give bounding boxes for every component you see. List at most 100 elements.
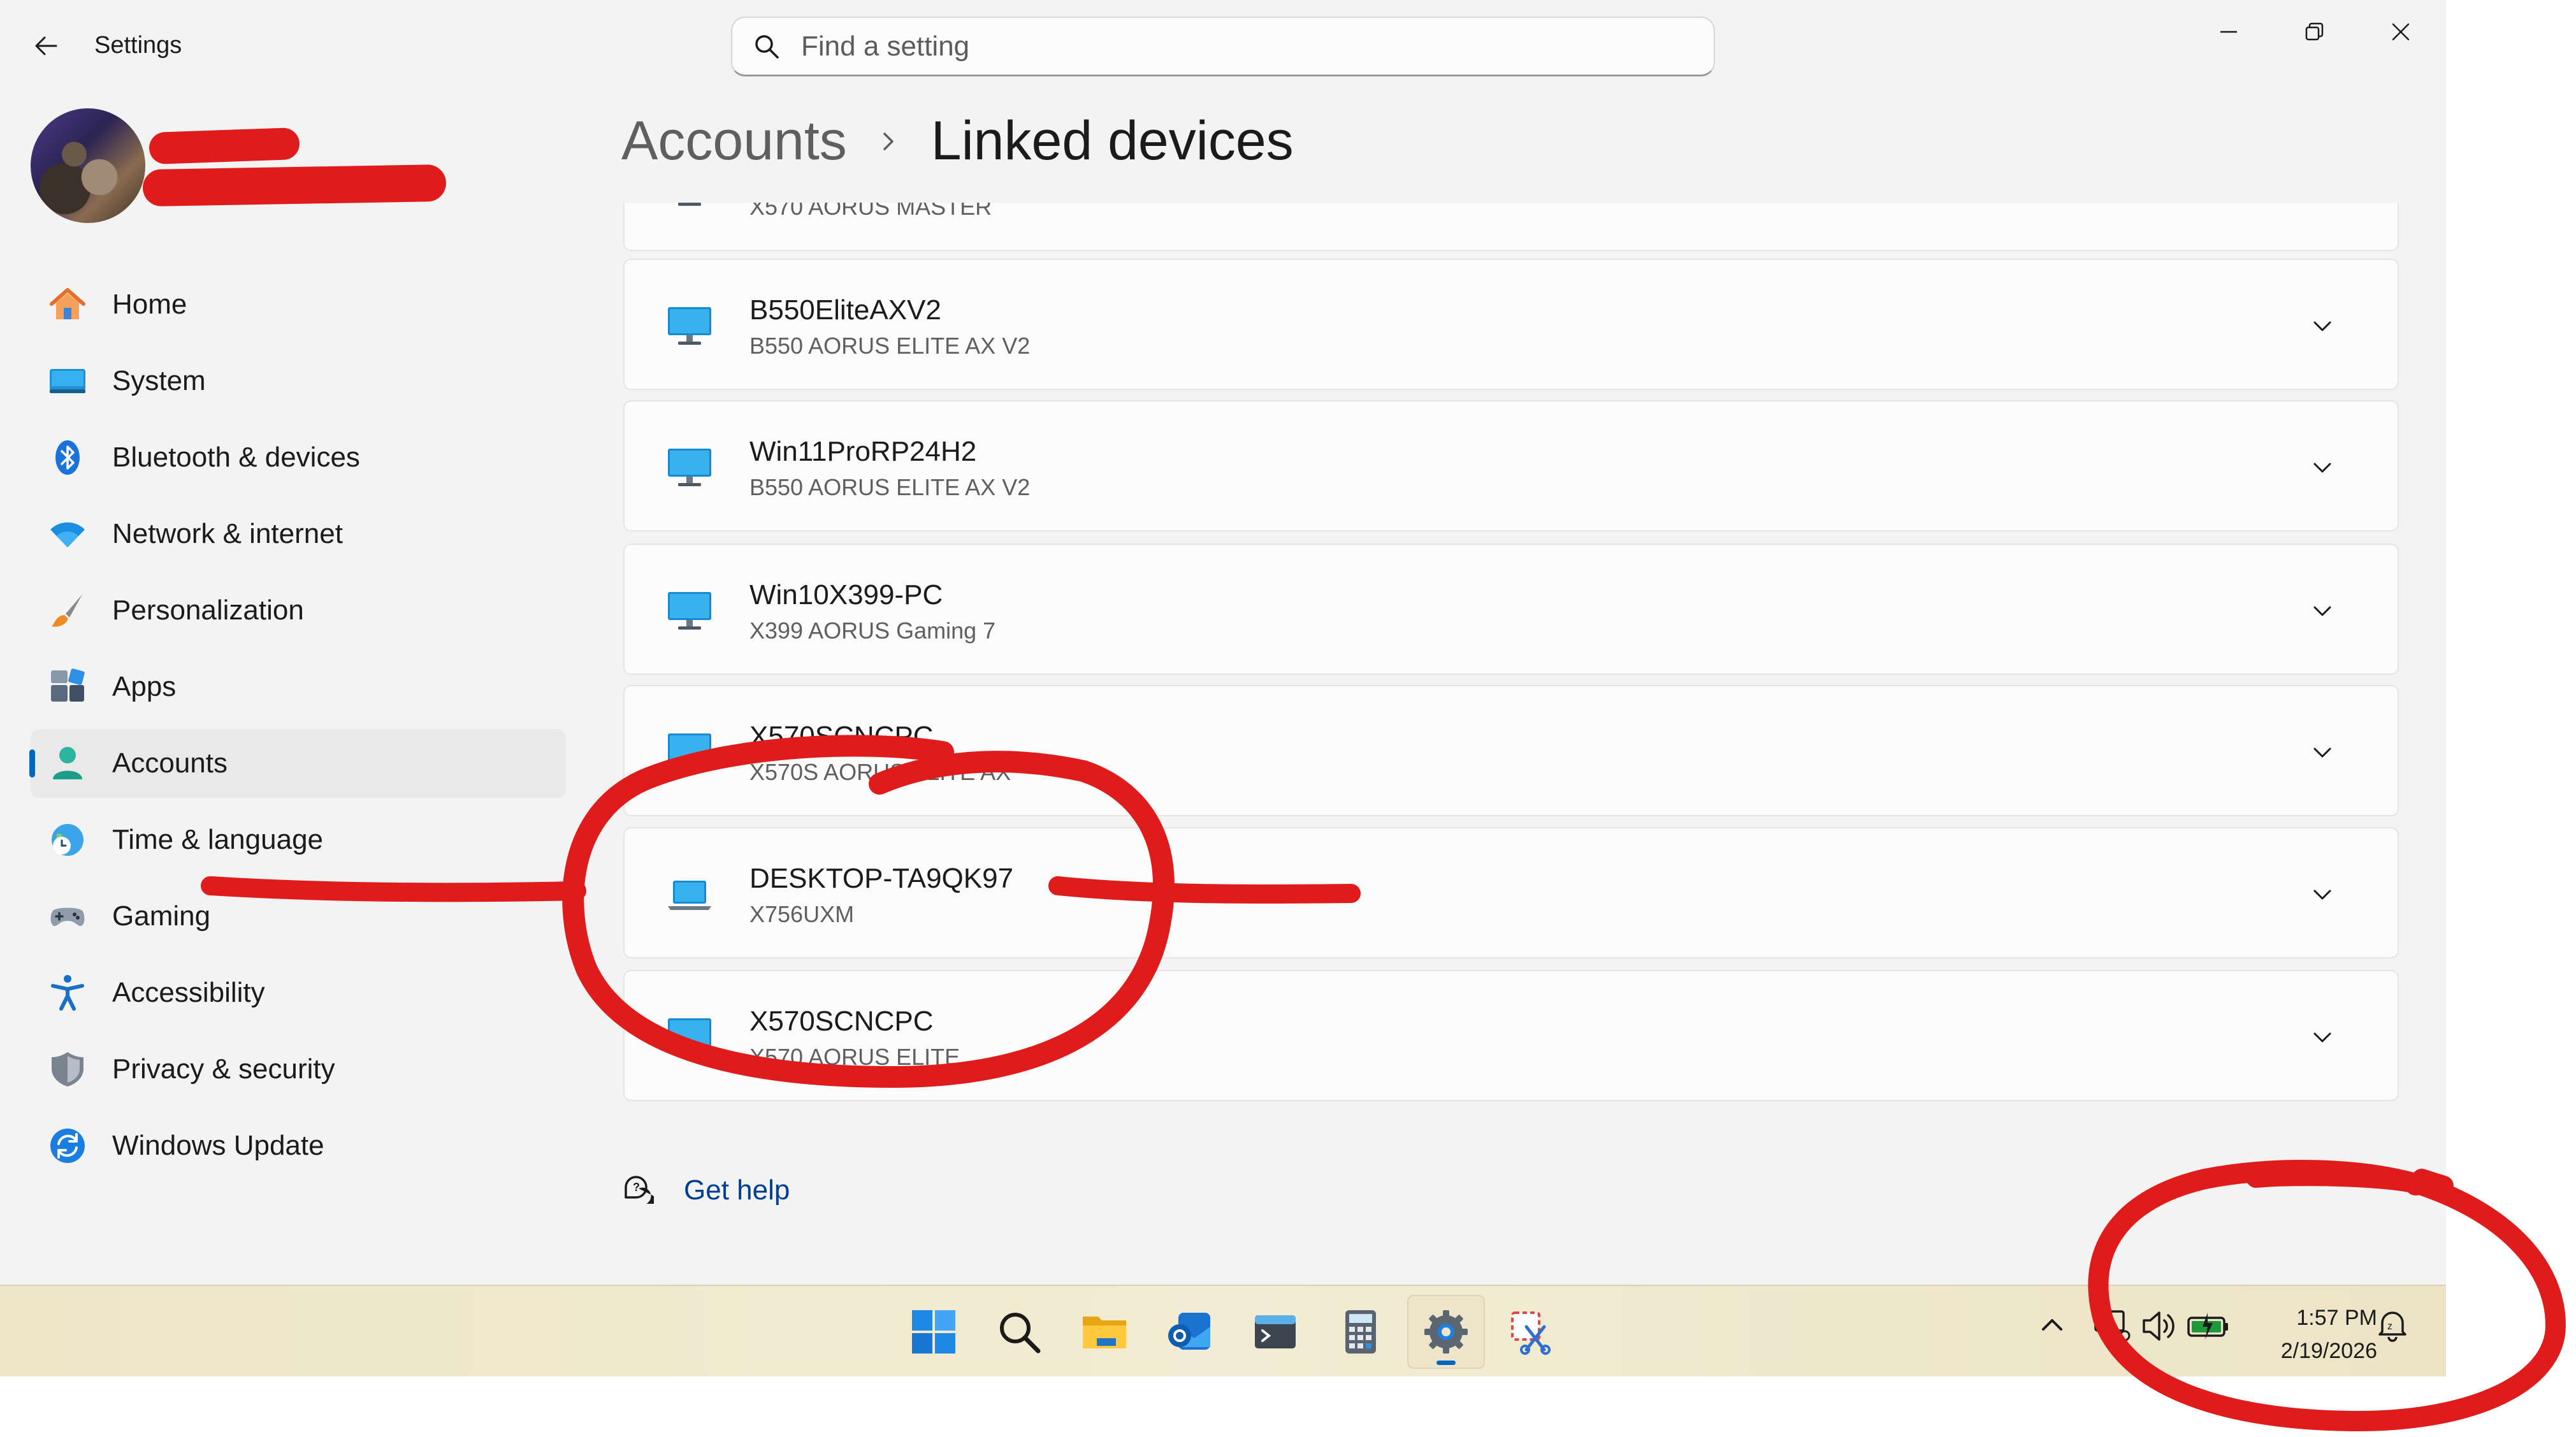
bluetooth-icon [47,437,88,478]
chevron-down-icon[interactable] [2310,314,2335,339]
accessibility-icon [47,972,88,1013]
sidebar-item-label: Gaming [112,900,211,932]
taskbar: z [0,1285,2446,1376]
settings-window: Settings Find a setting Home System Blue… [0,0,2446,1376]
arrow-left-icon [35,36,57,55]
battery-icon [2187,1313,2228,1340]
sidebar-item-privacy[interactable]: Privacy & security [31,1035,566,1104]
sidebar-item-system[interactable]: System [31,347,566,415]
chevron-down-icon[interactable] [2310,598,2335,624]
device-card[interactable]: X570 AORUS MASTER [623,203,2399,251]
desktop-icon [668,307,711,345]
tray-network[interactable] [2092,1305,2134,1347]
device-model: X756UXM [749,901,855,927]
tray-battery[interactable] [2186,1305,2231,1347]
notification-bell-icon: z [2378,1311,2406,1342]
windows-logo-icon [912,1310,955,1354]
globe-clock-icon [47,820,88,860]
outlook-icon [1168,1313,1210,1350]
chevron-down-icon[interactable] [2310,882,2335,907]
chevron-down-icon[interactable] [2310,740,2335,765]
chevron-down-icon[interactable] [2310,455,2335,480]
taskbar-apps [895,1295,1578,1369]
sidebar-item-label: Personalization [112,595,304,626]
search-icon [1000,1313,1041,1354]
sidebar-item-apps[interactable]: Apps [31,653,566,721]
sidebar-item-network[interactable]: Network & internet [31,500,566,568]
device-card-highlighted[interactable]: DESKTOP-TA9QK97 X756UXM [623,827,2399,958]
sidebar-item-windows-update[interactable]: Windows Update [31,1111,566,1180]
search-box[interactable] [731,17,1715,76]
svg-text:z: z [2387,1321,2392,1332]
folder-icon [1083,1317,1126,1348]
device-model: X399 AORUS Gaming 7 [749,617,996,644]
get-help[interactable]: ? Get help [621,1173,790,1208]
sidebar-item-label: Accessibility [112,977,265,1008]
device-card[interactable]: X570SCNCPC X570S AORUS ELITE AX [623,685,2399,816]
breadcrumb-parent[interactable]: Accounts [621,110,847,173]
device-name: DESKTOP-TA9QK97 [749,863,1014,894]
sidebar-item-label: Apps [112,671,177,702]
chevron-up-icon [2042,1319,2062,1331]
sidebar-item-bluetooth[interactable]: Bluetooth & devices [31,423,566,492]
network-icon [2094,1310,2131,1341]
device-card[interactable]: X570SCNCPC X570 AORUS ELITE [623,970,2399,1101]
home-icon [47,284,88,325]
chevron-down-icon[interactable] [2310,1025,2335,1050]
taskbar-calculator[interactable] [1322,1295,1400,1369]
avatar[interactable] [31,108,145,223]
back-button[interactable] [25,25,66,66]
apps-icon [47,667,88,707]
taskbar-outlook[interactable] [1151,1295,1229,1369]
laptop-icon [668,881,711,910]
system-icon [47,361,88,401]
taskbar-file-explorer[interactable] [1066,1295,1143,1369]
taskbar-search[interactable] [980,1295,1058,1369]
clock-time: 1:57 PM [2296,1306,2377,1330]
restore-icon [2305,22,2324,41]
breadcrumb: Accounts Linked devices [621,110,1294,173]
update-icon [47,1125,88,1166]
app-title: Settings [94,32,182,59]
device-name: Win11ProRP24H2 [749,436,977,467]
notification-button[interactable]: z [2373,1305,2412,1343]
sidebar-item-label: Accounts [112,747,228,779]
taskbar-clock[interactable]: 1:57 PM 2/19/2026 [2250,1301,2377,1368]
search-icon [751,31,782,62]
device-card[interactable]: Win11ProRP24H2 B550 AORUS ELITE AX V2 [623,400,2399,531]
minimize-icon [2220,31,2237,33]
gear-icon [1424,1310,1468,1354]
taskbar-settings[interactable] [1407,1295,1485,1369]
sidebar-item-gaming[interactable]: Gaming [31,882,566,951]
desktop-icon [668,449,711,486]
close-button[interactable] [2359,6,2442,57]
minimize-button[interactable] [2187,6,2270,57]
restore-button[interactable] [2273,6,2355,57]
device-card[interactable]: B550EliteAXV2 B550 AORUS ELITE AX V2 [623,259,2399,390]
get-help-link[interactable]: Get help [684,1174,790,1206]
device-card[interactable]: Win10X399-PC X399 AORUS Gaming 7 [623,544,2399,675]
sidebar-item-personalization[interactable]: Personalization [31,576,566,645]
sidebar-item-accounts[interactable]: Accounts [29,729,566,798]
linked-devices-list: X570 AORUS MASTER B550EliteAXV2 B550 AOR… [621,203,2402,1114]
selection-indicator [29,749,35,777]
taskbar-start[interactable] [895,1295,973,1369]
sidebar-item-label: Network & internet [112,518,343,549]
device-model: X570 AORUS ELITE [749,1044,960,1070]
chevron-right-icon [879,131,901,152]
tray-volume[interactable] [2139,1305,2181,1347]
sidebar-item-time-language[interactable]: Time & language [31,805,566,874]
page-title: Linked devices [930,110,1294,171]
taskbar-snipping-tool[interactable] [1493,1295,1570,1369]
wifi-icon [47,514,88,554]
redaction-mark-email [142,164,447,207]
device-name: X570SCNCPC [749,721,934,752]
taskbar-terminal[interactable] [1236,1295,1314,1369]
search-input[interactable] [800,29,1631,63]
device-model: B550 AORUS ELITE AX V2 [749,474,1031,500]
device-name: B550EliteAXV2 [749,294,941,326]
tray-overflow-button[interactable] [2033,1305,2071,1343]
sidebar-item-home[interactable]: Home [31,270,566,339]
sidebar-item-accessibility[interactable]: Accessibility [31,958,566,1027]
sidebar-nav: Home System Bluetooth & devices Network … [29,270,566,1188]
